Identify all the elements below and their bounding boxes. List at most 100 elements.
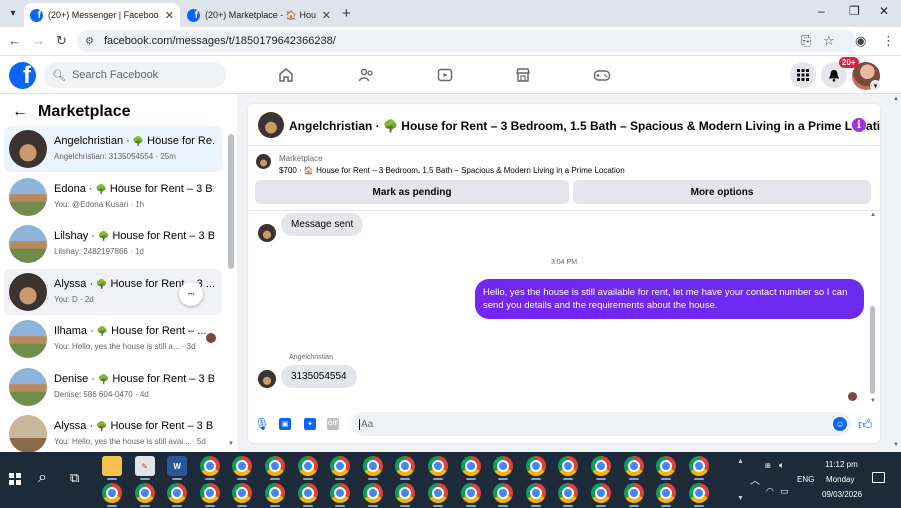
more-options-button[interactable]: ··· xyxy=(179,282,203,306)
chrome-icon[interactable] xyxy=(656,456,677,476)
profile-icon[interactable]: ◉ xyxy=(855,33,866,49)
wifi-icon[interactable]: ◠ xyxy=(766,486,774,497)
mark-as-pending-button[interactable]: Mark as pending xyxy=(255,180,569,204)
home-icon[interactable] xyxy=(276,65,296,85)
reload-icon[interactable]: ↻ xyxy=(56,33,67,49)
chrome-icon[interactable] xyxy=(330,483,351,503)
clock-time[interactable]: 11:12 pm xyxy=(825,460,858,469)
chrome-icon[interactable] xyxy=(232,483,253,503)
message-input[interactable]: Aa xyxy=(351,412,851,436)
gaming-icon[interactable] xyxy=(592,65,612,85)
chrome-icon[interactable] xyxy=(395,456,416,476)
chrome-icon[interactable] xyxy=(428,483,448,503)
chrome-icon[interactable] xyxy=(623,456,644,476)
scroll-up-arrow-icon[interactable]: ▲ xyxy=(870,212,876,218)
minimize-button[interactable]: – xyxy=(818,4,825,18)
conversation-item-denise[interactable]: Denise · 🌳 House for Rent – 3 B... Denis… xyxy=(4,364,222,410)
chrome-icon[interactable] xyxy=(134,483,155,503)
scroll-up-arrow-icon[interactable]: ▲ xyxy=(893,96,899,102)
restore-button[interactable]: ❐ xyxy=(849,4,860,18)
search-input[interactable]: 🔍︎ Search Facebook xyxy=(44,62,226,88)
tab-close-icon[interactable]: ✕ xyxy=(165,9,174,22)
menu-grid-icon[interactable] xyxy=(790,62,816,88)
chrome-icon[interactable] xyxy=(265,483,285,503)
chrome-icon[interactable] xyxy=(558,483,579,503)
new-tab-button[interactable]: + xyxy=(342,5,351,22)
chrome-icon[interactable] xyxy=(265,456,285,476)
photo-icon[interactable]: ▣ xyxy=(279,418,291,430)
avatar[interactable] xyxy=(258,112,284,138)
meet-now-icon[interactable]: ⧆ xyxy=(765,460,771,471)
chrome-icon[interactable] xyxy=(362,456,383,476)
chrome-icon[interactable] xyxy=(460,483,481,503)
microphone-icon[interactable]: 🎙︎ xyxy=(254,417,269,431)
conversation-item-lilshay[interactable]: Lilshay · 🌳 House for Rent – 3 B... Lils… xyxy=(4,221,222,267)
chevron-down-icon[interactable]: ▾ xyxy=(870,80,881,91)
chrome-icon[interactable] xyxy=(199,483,220,503)
incoming-message[interactable]: 3135054554 xyxy=(281,365,357,388)
chrome-icon[interactable] xyxy=(297,483,318,503)
battery-icon[interactable]: ▭ xyxy=(780,486,789,497)
chrome-icon[interactable] xyxy=(688,483,709,503)
tab-marketplace[interactable]: f (20+) Marketplace - 🏠 House ✕ xyxy=(181,3,337,27)
chrome-icon[interactable] xyxy=(362,483,383,503)
outgoing-message[interactable]: Hello, yes the house is still available … xyxy=(475,279,864,319)
conversation-item-edona[interactable]: Edona · 🌳 House for Rent – 3 B... You: @… xyxy=(4,174,222,220)
chrome-icon[interactable] xyxy=(558,456,579,476)
taskbar-scroll-down-icon[interactable]: ▼ xyxy=(737,495,744,502)
language-indicator[interactable]: ENG xyxy=(797,475,814,484)
address-bar[interactable]: ⚙ facebook.com/messages/t/18501796423662… xyxy=(77,30,856,52)
clock-date[interactable]: 09/03/2026 xyxy=(822,490,862,499)
gif-icon[interactable]: GIF xyxy=(327,418,339,430)
video-icon[interactable] xyxy=(435,65,455,85)
chrome-icon[interactable] xyxy=(525,483,546,503)
browser-menu-icon[interactable]: ⋮ xyxy=(882,33,895,49)
conversation-item-alyssa-2[interactable]: Alyssa · 🌳 House for Rent – 3 B... You: … xyxy=(4,411,222,457)
chrome-icon[interactable] xyxy=(525,456,546,476)
chrome-icon[interactable] xyxy=(330,456,351,476)
marketplace-icon[interactable] xyxy=(513,65,533,85)
chrome-icon[interactable] xyxy=(591,456,611,476)
chrome-icon[interactable] xyxy=(232,456,253,476)
site-info-icon[interactable]: ⚙ xyxy=(85,36,94,47)
forward-arrow-icon[interactable]: → xyxy=(32,33,45,48)
listing-detail[interactable]: $700 · 🏠 House for Rent – 3 Bedroom, 1.5… xyxy=(279,166,625,175)
conversation-item-alyssa[interactable]: Alyssa · 🌳 House for Rent – 3 ... You: D… xyxy=(4,269,222,315)
scroll-down-arrow-icon[interactable]: ▼ xyxy=(228,441,234,447)
chat-scrollbar[interactable] xyxy=(870,306,875,394)
sidebar-scrollbar[interactable] xyxy=(228,134,234,269)
word-icon[interactable]: W xyxy=(167,456,188,476)
scroll-down-arrow-icon[interactable]: ▼ xyxy=(893,442,899,448)
show-hidden-icons-chevron-icon[interactable]: ︿ xyxy=(750,472,760,487)
facebook-logo[interactable]: f xyxy=(9,62,36,89)
back-arrow-icon[interactable]: ← xyxy=(8,33,21,48)
tab-close-icon[interactable]: ✕ xyxy=(322,9,331,22)
chat-title[interactable]: Angelchristian · 🌳 House for Rent – 3 Be… xyxy=(289,119,880,133)
chrome-icon[interactable] xyxy=(102,483,122,503)
chrome-icon[interactable] xyxy=(656,483,677,503)
back-arrow-icon[interactable]: ← xyxy=(12,103,28,121)
scroll-down-arrow-icon[interactable]: ▼ xyxy=(870,398,876,404)
notification-center-icon[interactable] xyxy=(872,472,885,483)
chrome-icon[interactable] xyxy=(167,483,188,503)
page-scrollbar[interactable]: ▲ ▼ xyxy=(892,94,901,452)
conversation-item-angelchristian[interactable]: Angelchristian · 🌳 House for Re... Angel… xyxy=(4,126,222,172)
paint-icon[interactable]: ✎ xyxy=(134,456,155,476)
chrome-icon[interactable] xyxy=(199,456,220,476)
info-icon[interactable]: i xyxy=(852,118,866,132)
thumbs-up-icon[interactable]: 👍︎ xyxy=(858,416,873,433)
chrome-icon[interactable] xyxy=(395,483,416,503)
windows-start-icon[interactable] xyxy=(9,473,21,485)
incoming-message[interactable]: Message sent xyxy=(281,213,364,236)
clock-day[interactable]: Monday xyxy=(826,475,854,484)
more-options-button[interactable]: More options xyxy=(573,180,871,204)
emoji-icon[interactable]: ☺ xyxy=(833,417,847,431)
taskbar-scroll-up-icon[interactable]: ▲ xyxy=(737,458,744,465)
conversation-item-ilhama[interactable]: Ilhama · 🌳 House for Rent – ... You: Hel… xyxy=(4,316,222,362)
tab-search-chevron-icon[interactable]: ▾ xyxy=(4,4,22,22)
bookmark-star-icon[interactable]: ☆ xyxy=(823,33,835,49)
tab-messenger[interactable]: f (20+) Messenger | Facebook ✕ xyxy=(24,3,180,27)
search-icon[interactable]: ⌕ xyxy=(38,469,47,487)
chrome-icon[interactable] xyxy=(623,483,644,503)
close-window-button[interactable]: ✕ xyxy=(879,4,889,18)
